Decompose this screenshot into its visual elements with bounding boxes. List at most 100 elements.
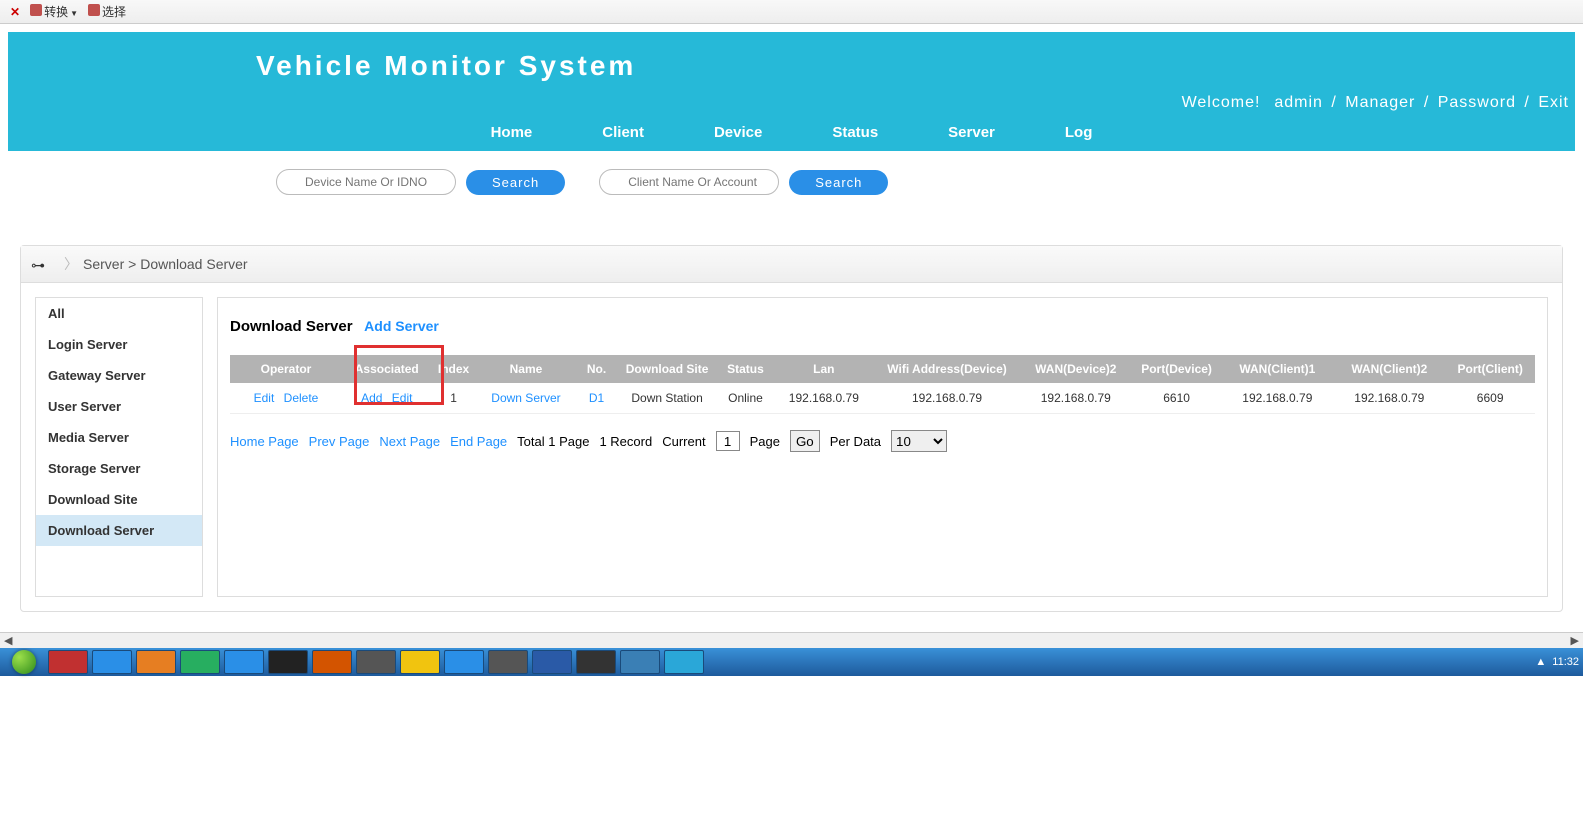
breadcrumb: ⊶ 〉 Server > Download Server [21,246,1562,283]
pagination: Home Page Prev Page Next Page End Page T… [230,430,1535,452]
row-assoc-edit-link[interactable]: Edit [392,391,413,405]
row-edit-link[interactable]: Edit [254,391,275,405]
taskbar-app[interactable] [268,650,308,674]
th-name: Name [476,355,577,383]
main-panel: Download Server Add Server Operator Asso… [217,297,1548,597]
taskbar-app[interactable] [224,650,264,674]
taskbar-app[interactable] [312,650,352,674]
next-page-link[interactable]: Next Page [379,434,440,449]
breadcrumb-download-server: Download Server [140,256,247,272]
go-button[interactable]: Go [790,430,820,452]
th-wifi-addr-device: Wifi Address(Device) [874,355,1020,383]
taskbar-app[interactable] [136,650,176,674]
sidebar-item-user-server[interactable]: User Server [36,391,202,422]
cell-wan-device2: 192.168.0.79 [1020,383,1132,414]
taskbar-app[interactable] [400,650,440,674]
record-count-label: 1 Record [599,434,652,449]
nav-status[interactable]: Status [832,124,878,141]
prev-page-link[interactable]: Prev Page [309,434,370,449]
scroll-right-icon[interactable]: ▶ [1571,634,1579,647]
nav-server[interactable]: Server [948,124,995,141]
cell-index: 1 [432,383,476,414]
th-status: Status [717,355,773,383]
cell-wifi-addr-device: 192.168.0.79 [874,383,1020,414]
select-button[interactable]: 选择 [88,3,126,20]
current-label: Current [662,434,705,449]
device-search-button[interactable]: Search [466,170,565,195]
user-link[interactable]: admin [1274,94,1323,111]
th-wan-device2: WAN(Device)2 [1020,355,1132,383]
taskbar-app[interactable] [92,650,132,674]
content-container: ⊶ 〉 Server > Download Server All Login S… [20,245,1563,612]
cell-port-client: 6609 [1445,383,1535,414]
taskbar-app[interactable] [180,650,220,674]
convert-button[interactable]: 转换▼ [30,3,78,20]
cell-port-device: 6610 [1132,383,1222,414]
search-row: 🔍 Search 🔍 Search [0,151,1583,205]
app-header: Vehicle Monitor System Welcome! admin / … [8,32,1575,151]
sidebar-item-download-server[interactable]: Download Server [36,515,202,546]
total-pages-label: Total 1 Page [517,434,589,449]
taskbar-app[interactable] [532,650,572,674]
taskbar-app[interactable] [488,650,528,674]
user-links: Welcome! admin / Manager / Password / Ex… [8,82,1575,120]
nav-device[interactable]: Device [714,124,762,141]
per-data-label: Per Data [830,434,881,449]
cell-name-link[interactable]: Down Server [491,391,560,405]
nav-log[interactable]: Log [1065,124,1093,141]
welcome-label: Welcome! [1182,94,1261,111]
sidebar-item-login-server[interactable]: Login Server [36,329,202,360]
row-assoc-add-link[interactable]: Add [361,391,382,405]
app-title: Vehicle Monitor System [8,32,1575,82]
th-wan-client1: WAN(Client)1 [1221,355,1333,383]
th-port-client: Port(Client) [1445,355,1535,383]
sidebar-item-download-site[interactable]: Download Site [36,484,202,515]
sidebar: All Login Server Gateway Server User Ser… [35,297,203,597]
system-tray[interactable]: ▲ 11:32 [1535,656,1579,668]
client-search-button[interactable]: Search [789,170,888,195]
horizontal-scrollbar[interactable]: ◀ ▶ [0,632,1583,648]
client-search-input[interactable] [599,169,779,195]
end-page-link[interactable]: End Page [450,434,507,449]
sidebar-item-storage-server[interactable]: Storage Server [36,453,202,484]
breadcrumb-icon: ⊶ [31,257,49,271]
taskbar-app[interactable] [444,650,484,674]
tray-icon[interactable]: ▲ [1535,656,1546,668]
row-delete-link[interactable]: Delete [284,391,319,405]
password-link[interactable]: Password [1438,94,1516,111]
per-data-select[interactable]: 10 [891,430,947,452]
nav-home[interactable]: Home [491,124,533,141]
taskbar-app[interactable] [620,650,660,674]
th-index: Index [432,355,476,383]
taskbar-app[interactable] [576,650,616,674]
scroll-left-icon[interactable]: ◀ [4,634,12,647]
exit-link[interactable]: Exit [1538,94,1569,111]
nav-client[interactable]: Client [602,124,644,141]
cell-wan-client1: 192.168.0.79 [1221,383,1333,414]
taskbar-app[interactable] [664,650,704,674]
taskbar-app[interactable] [356,650,396,674]
current-page-input[interactable] [716,431,740,451]
close-tab-icon[interactable]: ✕ [10,5,20,19]
start-button[interactable] [4,648,44,676]
sidebar-item-gateway-server[interactable]: Gateway Server [36,360,202,391]
th-no: No. [576,355,616,383]
home-page-link[interactable]: Home Page [230,434,299,449]
cell-no-link[interactable]: D1 [589,391,604,405]
role-link[interactable]: Manager [1345,94,1415,111]
device-search-input[interactable] [276,169,456,195]
table-row: Edit Delete Add Edit 1 Down Server D1 Do… [230,383,1535,414]
main-nav: Home Client Device Status Server Log [8,120,1575,151]
pdf-icon [88,4,100,16]
th-operator: Operator [230,355,342,383]
th-lan: Lan [773,355,874,383]
th-download-site: Download Site [617,355,718,383]
cell-lan: 192.168.0.79 [773,383,874,414]
sidebar-item-all[interactable]: All [36,298,202,329]
taskbar-app[interactable] [48,650,88,674]
taskbar: ▲ 11:32 [0,648,1583,676]
browser-toolbar: ✕ 转换▼ 选择 [0,0,1583,24]
add-server-link[interactable]: Add Server [364,318,439,334]
th-port-device: Port(Device) [1132,355,1222,383]
sidebar-item-media-server[interactable]: Media Server [36,422,202,453]
